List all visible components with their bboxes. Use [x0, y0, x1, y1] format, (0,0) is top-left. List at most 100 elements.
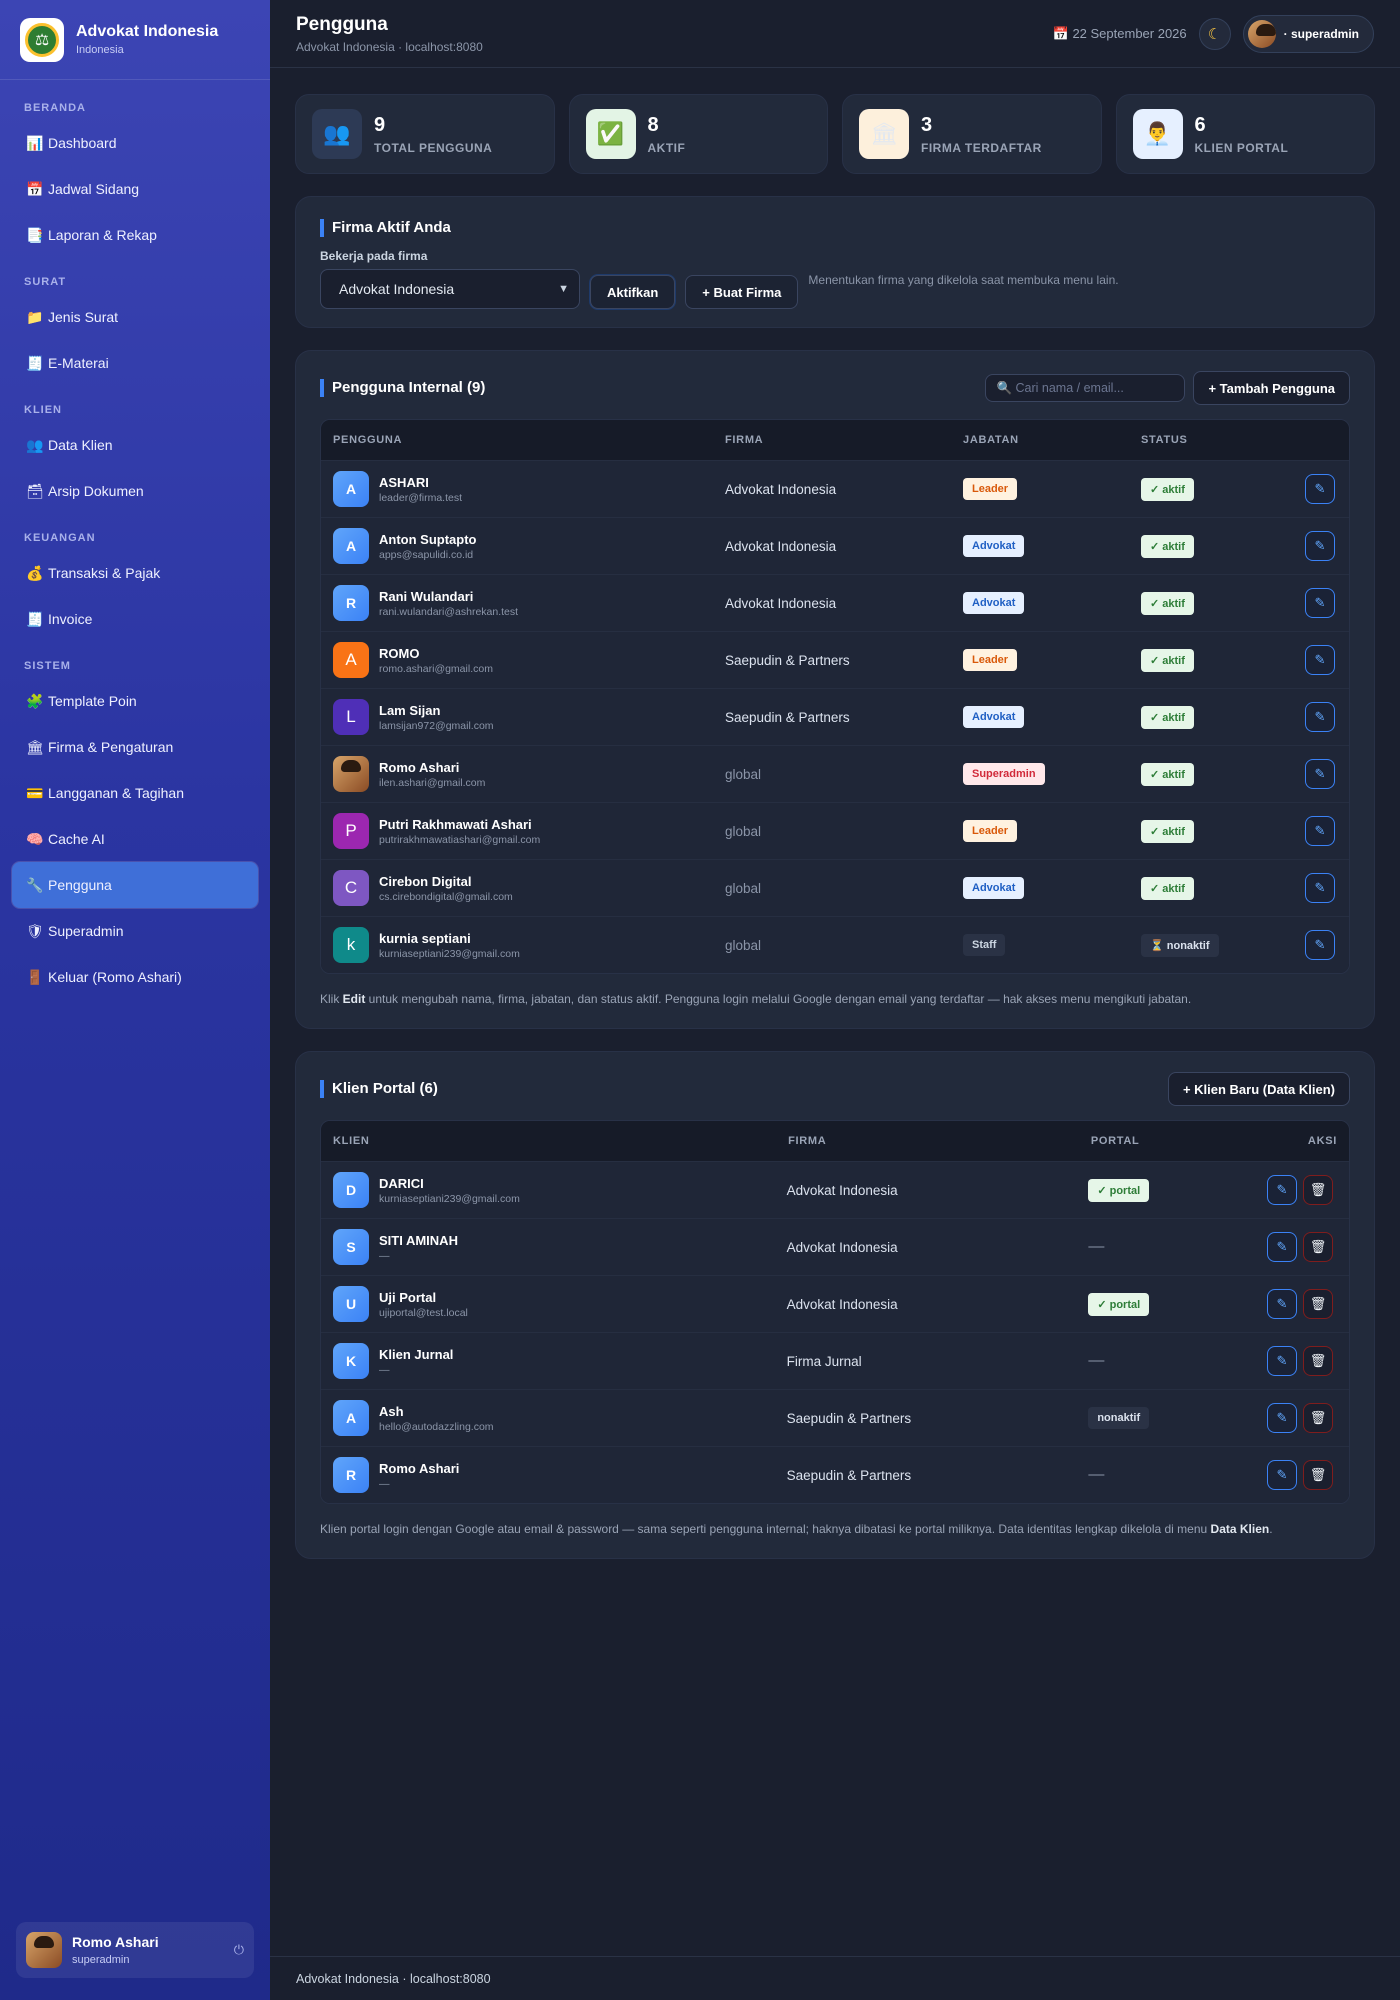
role-badge: Superadmin: [963, 763, 1045, 785]
edit-pencil-icon[interactable]: ✎: [1267, 1232, 1297, 1262]
firm-select[interactable]: Advokat Indonesia ▼: [320, 269, 580, 309]
user-email: putrirakhmawatiashari@gmail.com: [379, 833, 541, 846]
sidebar-item-template-poin[interactable]: 🧩 Template Poin: [12, 678, 258, 724]
user-email: rani.wulandari@ashrekan.test: [379, 605, 519, 618]
edit-pencil-icon[interactable]: ✎: [1305, 930, 1335, 960]
client-email: ujiportal@test.local: [379, 1306, 468, 1319]
edit-pencil-icon[interactable]: ✎: [1305, 873, 1335, 903]
sidebar-item-dashboard[interactable]: 📊 Dashboard: [12, 120, 258, 166]
sidebar-item-e-materai[interactable]: 🧾 E-Materai: [12, 340, 258, 386]
stat-card: 👨‍💼 6 KLIEN PORTAL: [1115, 94, 1375, 174]
stat-card: ✅ 8 AKTIF: [568, 94, 828, 174]
col-pengguna: PENGGUNA: [333, 434, 403, 446]
sidebar-item-langganan-tagihan[interactable]: 💳 Langganan & Tagihan: [12, 770, 258, 816]
app-logo[interactable]: ⚖: [20, 17, 64, 62]
search-input[interactable]: 🔍 Cari nama / email...: [985, 374, 1186, 402]
table-header: KLIEN FIRMA PORTAL AKSI: [321, 1121, 1349, 1161]
sidebar-item-invoice[interactable]: 🧾 Invoice: [12, 596, 258, 642]
stat-icon: ✅: [585, 109, 636, 159]
page-title: Pengguna: [296, 13, 388, 35]
table-row: k kurnia septiani kurniaseptiani239@gmai…: [321, 916, 1349, 973]
create-firm-button[interactable]: + Buat Firma: [685, 275, 799, 309]
note-bold: Edit: [342, 992, 366, 1006]
note-text: untuk mengubah nama, firma, jabatan, dan…: [365, 992, 1192, 1006]
sidebar-item-data-klien[interactable]: 👥 Data Klien: [12, 422, 258, 468]
edit-pencil-icon[interactable]: ✎: [1305, 759, 1335, 789]
table-row: R Romo Ashari — Saepudin & Partners — ✎ …: [321, 1446, 1349, 1503]
delete-trash-icon[interactable]: 🗑: [1303, 1346, 1333, 1376]
nav-icon: 🧩: [26, 692, 44, 709]
edit-pencil-icon[interactable]: ✎: [1305, 474, 1335, 504]
note-text: .: [1269, 1522, 1273, 1536]
user-avatar: L: [333, 699, 369, 735]
nav-icon: 💰: [26, 564, 44, 581]
sidebar-item-firma-pengaturan[interactable]: 🏛 Firma & Pengaturan: [12, 724, 258, 770]
sidebar-item-label: Pengguna: [48, 877, 112, 893]
user-avatar: A: [333, 642, 369, 678]
table-row: D DARICI kurniaseptiani239@gmail.com Adv…: [321, 1161, 1349, 1218]
edit-pencil-icon[interactable]: ✎: [1305, 588, 1335, 618]
sidebar-item-keluar-romo-ashari[interactable]: 🚪 Keluar (Romo Ashari): [12, 954, 258, 1000]
sidebar-item-label: Jadwal Sidang: [48, 181, 140, 197]
client-name: DARICI: [379, 1175, 424, 1191]
sidebar-user-card[interactable]: Romo Ashari superadmin ⏻: [16, 1922, 254, 1978]
sidebar-item-jenis-surat[interactable]: 📁 Jenis Surat: [12, 294, 258, 340]
user-menu-button[interactable]: · superadmin: [1242, 14, 1374, 53]
client-name: Romo Ashari: [379, 1460, 460, 1476]
client-email: kurniaseptiani239@gmail.com: [379, 1192, 520, 1205]
delete-trash-icon[interactable]: 🗑: [1303, 1175, 1333, 1205]
sidebar-item-label: Cache AI: [48, 831, 105, 847]
portal-clients-table: KLIEN FIRMA PORTAL AKSI D DARICI kurnias…: [320, 1120, 1350, 1504]
delete-trash-icon[interactable]: 🗑: [1303, 1289, 1333, 1319]
client-email: —: [379, 1477, 390, 1490]
activate-button[interactable]: Aktifkan: [590, 275, 676, 309]
delete-trash-icon[interactable]: 🗑: [1303, 1232, 1333, 1262]
client-firma: Advokat Indonesia: [786, 1239, 898, 1255]
power-icon[interactable]: ⏻: [234, 1942, 244, 1958]
sidebar-item-label: Template Poin: [48, 693, 137, 709]
user-role-label: · superadmin: [1283, 26, 1359, 41]
edit-pencil-icon[interactable]: ✎: [1305, 531, 1335, 561]
new-client-button[interactable]: + Klien Baru (Data Klien): [1167, 1072, 1350, 1106]
sidebar-item-arsip-dokumen[interactable]: 🗃 Arsip Dokumen: [12, 468, 258, 514]
add-user-button[interactable]: + Tambah Pengguna: [1193, 371, 1350, 405]
status-badge: ⏳ nonaktif: [1141, 933, 1219, 957]
sidebar-item-transaksi-pajak[interactable]: 💰 Transaksi & Pajak: [12, 550, 258, 596]
edit-pencil-icon[interactable]: ✎: [1267, 1175, 1297, 1205]
sidebar-item-jadwal-sidang[interactable]: 📅 Jadwal Sidang: [12, 166, 258, 212]
user-email: apps@sapulidi.co.id: [379, 548, 474, 561]
delete-trash-icon[interactable]: 🗑: [1303, 1460, 1333, 1490]
theme-toggle-moon-icon[interactable]: ☾: [1198, 17, 1231, 50]
nav-icon: 🗃: [26, 482, 44, 499]
edit-pencil-icon[interactable]: ✎: [1267, 1403, 1297, 1433]
edit-pencil-icon[interactable]: ✎: [1267, 1460, 1297, 1490]
sidebar-item-cache-ai[interactable]: 🧠 Cache AI: [12, 816, 258, 862]
edit-pencil-icon[interactable]: ✎: [1305, 702, 1335, 732]
table-header: PENGGUNA FIRMA JABATAN STATUS: [321, 420, 1349, 460]
edit-pencil-icon[interactable]: ✎: [1267, 1289, 1297, 1319]
internal-users-title: Pengguna Internal (9): [320, 379, 485, 397]
delete-trash-icon[interactable]: 🗑: [1303, 1403, 1333, 1433]
stat-value: 3: [921, 113, 933, 136]
sidebar-item-label: Laporan & Rekap: [48, 227, 157, 243]
client-name: Klien Jurnal: [379, 1346, 454, 1362]
table-row: C Cirebon Digital cs.cirebondigital@gmai…: [321, 859, 1349, 916]
note-text: Klik: [320, 992, 343, 1006]
edit-pencil-icon[interactable]: ✎: [1267, 1346, 1297, 1376]
nav-icon: 💳: [26, 784, 44, 801]
client-name: Uji Portal: [379, 1289, 437, 1305]
sidebar-item-superadmin[interactable]: 🛡 Superadmin: [12, 908, 258, 954]
user-avatar: P: [333, 813, 369, 849]
table-row: L Lam Sijan lamsijan972@gmail.com Saepud…: [321, 688, 1349, 745]
user-name: Cirebon Digital: [379, 873, 472, 889]
note-bold: Data Klien: [1210, 1522, 1270, 1536]
role-badge: Leader: [963, 649, 1018, 671]
edit-pencil-icon[interactable]: ✎: [1305, 645, 1335, 675]
edit-pencil-icon[interactable]: ✎: [1305, 816, 1335, 846]
sidebar-item-pengguna[interactable]: 🔧 Pengguna: [12, 862, 258, 908]
stat-label: FIRMA TERDAFTAR: [921, 140, 1042, 155]
sidebar-item-laporan-rekap[interactable]: 📑 Laporan & Rekap: [12, 212, 258, 258]
user-avatar: C: [333, 870, 369, 906]
table-row: Romo Ashari ilen.ashari@gmail.com global…: [321, 745, 1349, 802]
status-badge: ✓ aktif: [1141, 705, 1194, 729]
